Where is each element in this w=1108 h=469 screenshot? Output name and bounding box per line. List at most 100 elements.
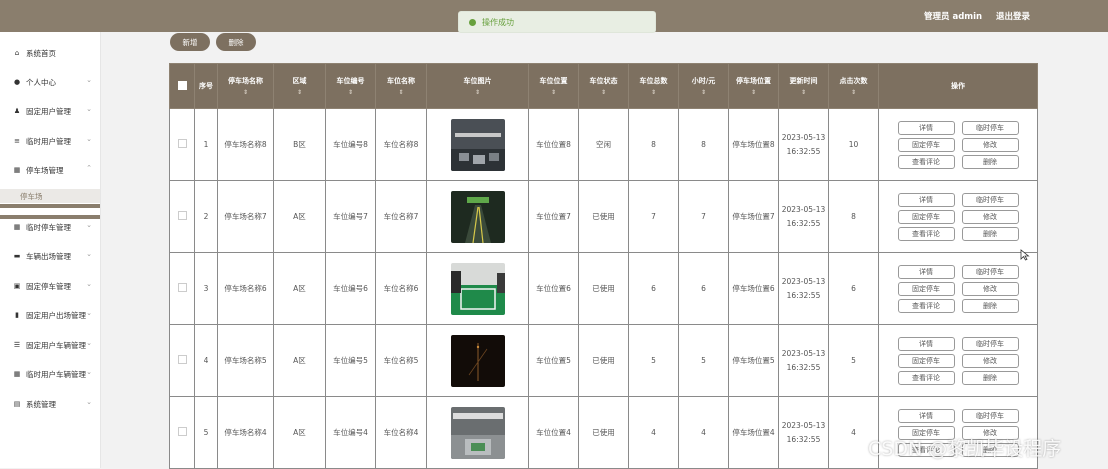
temp-park-button[interactable]: 临时停车 (961, 336, 1019, 351)
fixed-park-button[interactable]: 固定停车 (897, 281, 955, 296)
cell-pos: 车位位置7 (528, 180, 579, 253)
detail-button[interactable]: 详情 (897, 192, 955, 207)
column-header-6[interactable]: 车位位置 ⇕ (528, 63, 579, 109)
column-header-13[interactable]: 操作 (878, 63, 1038, 109)
sort-icon[interactable]: ⇕ (218, 89, 273, 96)
sidebar-item-10[interactable]: ▦ 临时用户车辆管理 ⌄ (0, 366, 100, 382)
detail-button[interactable]: 详情 (897, 408, 955, 423)
edit-button[interactable]: 修改 (961, 209, 1019, 224)
clipboard-icon: ▤ (13, 400, 21, 408)
row-checkbox[interactable] (169, 324, 195, 397)
cell-time: 2023-05-13 16:32:55 (778, 108, 829, 181)
column-header-label: 车位名称 (387, 77, 415, 85)
sidebar-item-4[interactable]: ▦ 停车场管理 ⌃ (0, 162, 100, 178)
delete-row-button[interactable]: 删除 (961, 154, 1019, 169)
sort-icon[interactable]: ⇕ (274, 89, 325, 96)
sort-icon[interactable]: ⇕ (729, 89, 778, 96)
column-header-3[interactable]: 车位编号 ⇕ (325, 63, 376, 109)
detail-button[interactable]: 详情 (897, 336, 955, 351)
cell-area: A区 (273, 324, 326, 397)
delete-row-button[interactable]: 删除 (961, 298, 1019, 313)
sidebar-item-8[interactable]: ▮ 固定用户出场管理 ⌄ (0, 307, 100, 323)
sidebar-item-1[interactable]: ● 个人中心 ⌄ (0, 74, 100, 90)
cell-code: 车位编号8 (325, 108, 376, 181)
watermark-text: CSDN @黎凯毕设程序 (868, 438, 1062, 460)
cell-price: 8 (678, 108, 729, 181)
edit-button[interactable]: 修改 (961, 137, 1019, 152)
sort-icon[interactable]: ⇕ (376, 89, 426, 96)
temp-park-button[interactable]: 临时停车 (961, 192, 1019, 207)
column-header-10[interactable]: 停车场位置 ⇕ (728, 63, 779, 109)
row-checkbox[interactable] (169, 396, 195, 469)
sort-icon[interactable]: ⇕ (779, 89, 828, 96)
column-header-label: 车位位置 (539, 77, 568, 85)
sidebar-item-7[interactable]: ▣ 固定停车管理 ⌄ (0, 278, 100, 294)
delete-button[interactable]: 删除 (216, 33, 256, 51)
column-header-4[interactable]: 车位名称 ⇕ (375, 63, 427, 109)
edit-button[interactable]: 修改 (961, 353, 1019, 368)
cell-total: 5 (628, 324, 679, 397)
sidebar-item-5[interactable]: ▦ 临时停车管理 ⌄ (0, 219, 100, 235)
slot-image (426, 252, 529, 325)
sort-icon[interactable]: ⇕ (326, 89, 375, 96)
column-header-11[interactable]: 更新时间 ⇕ (778, 63, 829, 109)
temp-park-button[interactable]: 临时停车 (961, 408, 1019, 423)
view-comments-button[interactable]: 查看评论 (897, 226, 955, 241)
edit-button[interactable]: 修改 (961, 281, 1019, 296)
sort-icon[interactable]: ⇕ (427, 89, 528, 96)
sort-icon[interactable]: ⇕ (529, 89, 578, 96)
sidebar-subitem-parking-lot[interactable]: 停车场 (0, 189, 100, 203)
temp-park-button[interactable]: 临时停车 (961, 120, 1019, 135)
row-actions: 详情 临时停车 固定停车 修改 查看评论 删除 (878, 108, 1038, 181)
sort-icon[interactable]: ⇕ (679, 89, 728, 96)
view-comments-button[interactable]: 查看评论 (897, 154, 955, 169)
sort-icon[interactable]: ⇕ (829, 89, 878, 96)
sidebar-item-0[interactable]: ⌂ 系统首页 (0, 45, 100, 61)
view-comments-button[interactable]: 查看评论 (897, 370, 955, 385)
sort-icon[interactable]: ⇕ (629, 89, 678, 96)
sort-icon[interactable]: ⇕ (579, 89, 628, 96)
column-header-5[interactable]: 车位图片 ⇕ (426, 63, 529, 109)
delete-row-button[interactable]: 删除 (961, 226, 1019, 241)
column-header-2[interactable]: 区域 ⇕ (273, 63, 326, 109)
chevron-icon: ⌄ (86, 135, 92, 143)
cell-name: 停车场名称5 (217, 324, 274, 397)
column-header-8[interactable]: 车位总数 ⇕ (628, 63, 679, 109)
select-all-checkbox[interactable] (169, 63, 195, 109)
sidebar-item-3[interactable]: ≡ 临时用户管理 ⌄ (0, 133, 100, 149)
row-checkbox[interactable] (169, 108, 195, 181)
column-header-0[interactable]: 序号 (194, 63, 218, 109)
cell-slot: 车位名称8 (375, 108, 427, 181)
sidebar-item-label: 固定用户出场管理 (26, 310, 86, 320)
grid-icon: ▦ (13, 370, 21, 378)
column-header-12[interactable]: 点击次数 ⇕ (828, 63, 879, 109)
delete-row-button[interactable]: 删除 (961, 370, 1019, 385)
column-header-7[interactable]: 车位状态 ⇕ (578, 63, 629, 109)
sidebar-item-9[interactable]: ☰ 固定用户车辆管理 ⌄ (0, 337, 100, 353)
grid-icon: ▦ (13, 166, 21, 174)
row-checkbox[interactable] (169, 180, 195, 253)
chevron-icon: ⌄ (86, 250, 92, 258)
fixed-park-button[interactable]: 固定停车 (897, 353, 955, 368)
column-header-label: 序号 (199, 82, 213, 90)
row-checkbox[interactable] (169, 252, 195, 325)
sidebar-item-2[interactable]: ♟ 固定用户管理 ⌄ (0, 103, 100, 119)
fixed-park-button[interactable]: 固定停车 (897, 137, 955, 152)
view-comments-button[interactable]: 查看评论 (897, 298, 955, 313)
detail-button[interactable]: 详情 (897, 120, 955, 135)
fixed-park-button[interactable]: 固定停车 (897, 209, 955, 224)
logout-link[interactable]: 退出登录 (996, 10, 1030, 22)
column-header-1[interactable]: 停车场名称 ⇕ (217, 63, 274, 109)
table-header-row: 序号 停车场名称 ⇕ 区域 ⇕ 车位编号 ⇕ 车位名称 ⇕ 车位图片 ⇕ 车位位置 ⇕ 车位状态 ⇕ 车位总数… (169, 63, 1038, 109)
detail-button[interactable]: 详情 (897, 264, 955, 279)
temp-park-button[interactable]: 临时停车 (961, 264, 1019, 279)
sidebar-item-11[interactable]: ▤ 系统管理 ⌄ (0, 396, 100, 412)
success-toast: 操作成功 (458, 11, 656, 33)
column-header-9[interactable]: 小时/元 ⇕ (678, 63, 729, 109)
cell-status: 已使用 (578, 324, 629, 397)
sidebar-item-label: 临时停车管理 (26, 222, 71, 232)
add-button[interactable]: 新增 (170, 33, 210, 51)
check-icon (469, 18, 476, 26)
sidebar-item-6[interactable]: ▬ 车辆出场管理 ⌄ (0, 248, 100, 264)
cell-total: 4 (628, 396, 679, 469)
